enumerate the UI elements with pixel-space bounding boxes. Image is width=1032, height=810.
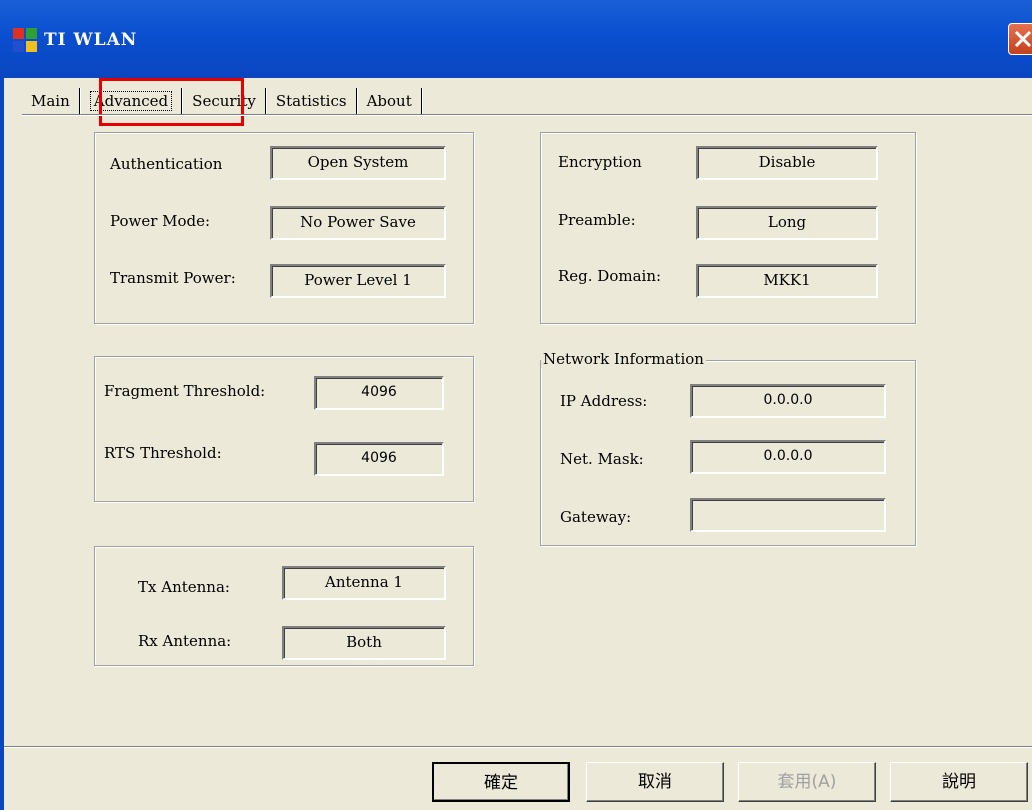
gateway-field (690, 498, 886, 532)
tab-highlight-box (99, 78, 244, 126)
fragment-threshold-label: Fragment Threshold: (104, 382, 266, 400)
net-mask-label: Net. Mask: (560, 450, 644, 468)
encryption-field: Disable (696, 146, 878, 180)
authentication-label: Authentication (110, 155, 223, 173)
window-title: TI WLAN (44, 30, 138, 50)
apply-button[interactable]: 套用(A) (738, 762, 876, 802)
power-mode-label: Power Mode: (110, 212, 211, 230)
ip-address-field: 0.0.0.0 (690, 384, 886, 418)
rx-antenna-field: Both (282, 626, 446, 660)
preamble-field: Long (696, 206, 878, 240)
cancel-button[interactable]: 取消 (586, 762, 724, 802)
gateway-label: Gateway: (560, 508, 632, 526)
rts-threshold-field: 4096 (314, 442, 444, 476)
tx-antenna-label: Tx Antenna: (138, 578, 230, 596)
preamble-label: Preamble: (558, 211, 636, 229)
close-icon (1014, 30, 1032, 48)
app-icon (13, 28, 37, 52)
authentication-field: Open System (270, 146, 446, 180)
tab-panel-border (22, 114, 1032, 116)
close-button[interactable] (1008, 23, 1032, 55)
help-button[interactable]: 說明 (890, 762, 1028, 802)
reg-domain-field: MKK1 (696, 264, 878, 298)
tx-antenna-field: Antenna 1 (282, 566, 446, 600)
power-mode-field: No Power Save (270, 206, 446, 240)
ip-address-label: IP Address: (560, 392, 648, 410)
tab-about[interactable]: About (358, 88, 421, 114)
encryption-label: Encryption (558, 153, 642, 171)
transmit-power-field: Power Level 1 (270, 264, 446, 298)
tab-divider (420, 88, 423, 114)
rts-threshold-label: RTS Threshold: (104, 444, 222, 462)
tab-main[interactable]: Main (22, 88, 79, 114)
tab-statistics[interactable]: Statistics (267, 88, 356, 114)
reg-domain-label: Reg. Domain: (558, 267, 662, 285)
title-bar[interactable]: TI WLAN (0, 0, 1032, 78)
transmit-power-label: Transmit Power: (110, 269, 236, 287)
rx-antenna-label: Rx Antenna: (138, 632, 232, 650)
fragment-threshold-field: 4096 (314, 376, 444, 410)
button-bar-divider (4, 746, 1032, 748)
net-mask-field: 0.0.0.0 (690, 440, 886, 474)
network-information-legend: Network Information (541, 350, 706, 368)
ok-button[interactable]: 確定 (432, 762, 570, 802)
